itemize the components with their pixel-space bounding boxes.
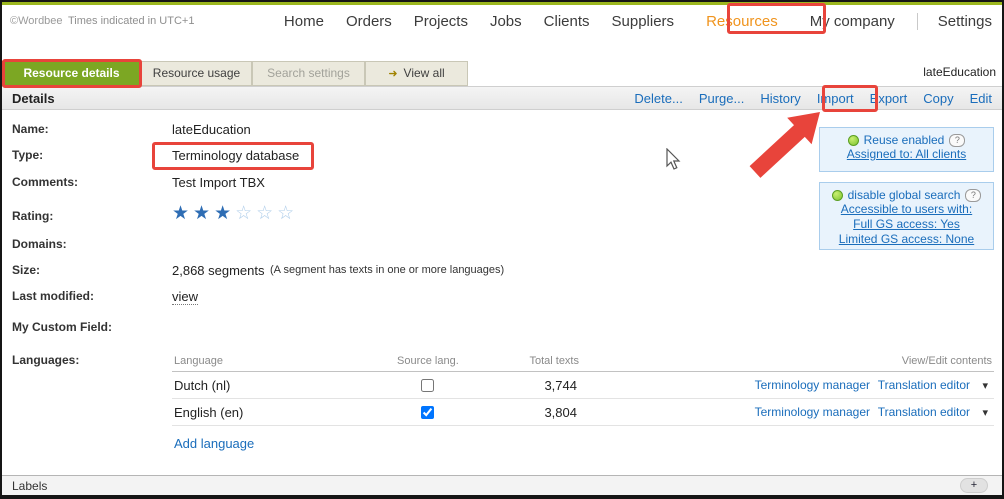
language-name: English (en): [174, 405, 243, 420]
limited-gs-access-link[interactable]: Limited GS access: None: [820, 232, 993, 247]
assigned-to-link[interactable]: Assigned to: All clients: [820, 147, 993, 162]
tab-bar: Resource details Resource usage Search s…: [2, 61, 1002, 86]
languages-table-header: Language Source lang. Total texts View/E…: [172, 351, 994, 372]
translation-editor-link-dutch[interactable]: Translation editor: [878, 378, 970, 392]
languages-table: Language Source lang. Total texts View/E…: [172, 351, 994, 426]
details-actions: Delete... Purge... History Import Export…: [634, 91, 992, 106]
reuse-panel-title: Reuse enabled: [864, 133, 945, 147]
col-header-source-lang: Source lang.: [397, 355, 459, 367]
nav-item-jobs[interactable]: Jobs: [490, 13, 522, 30]
app-window: ©Wordbee Times indicated in UTC+1 Home O…: [0, 0, 1004, 499]
field-type-value: Terminology database: [172, 148, 299, 163]
nav-item-suppliers[interactable]: Suppliers: [612, 13, 675, 30]
details-title: Details: [12, 91, 55, 106]
field-name-value: lateEducation: [172, 122, 251, 137]
tab-resource-usage[interactable]: Resource usage: [141, 61, 252, 86]
copy-link[interactable]: Copy: [923, 91, 953, 106]
col-header-total-texts: Total texts: [529, 355, 579, 367]
col-header-view-edit: View/Edit contents: [902, 355, 992, 367]
field-comments-value: Test Import TBX: [172, 175, 265, 190]
field-comments-label: Comments:: [12, 175, 78, 189]
translation-editor-dropdown-dutch[interactable]: ▾: [982, 379, 988, 392]
rating-stars-empty: ☆☆☆: [235, 203, 298, 224]
field-size-note: (A segment has texts in one or more lang…: [270, 264, 504, 276]
language-row-dutch: Dutch (nl) 3,744 Terminology manager Tra…: [172, 372, 994, 399]
total-texts-value: 3,804: [544, 405, 577, 420]
top-bar: ©Wordbee Times indicated in UTC+1 Home O…: [2, 5, 1002, 38]
global-search-panel: disable global search ? Accessible to us…: [819, 182, 994, 250]
field-type-label: Type:: [12, 148, 43, 162]
help-icon[interactable]: ?: [949, 134, 965, 147]
source-lang-checkbox-dutch[interactable]: [421, 379, 434, 392]
global-search-panel-header: disable global search ?: [820, 188, 993, 202]
terminology-manager-link-dutch[interactable]: Terminology manager: [755, 378, 870, 392]
edit-link[interactable]: Edit: [970, 91, 992, 106]
nav-item-my-company[interactable]: My company: [810, 13, 895, 30]
tab-search-settings[interactable]: Search settings: [252, 61, 365, 86]
col-header-language: Language: [174, 355, 223, 367]
field-size-label: Size:: [12, 263, 40, 277]
field-size-value: 2,868 segments: [172, 263, 265, 278]
source-lang-checkbox-english[interactable]: [421, 406, 434, 419]
field-domains-label: Domains:: [12, 237, 67, 251]
nav-item-settings[interactable]: Settings: [917, 13, 992, 30]
language-row-english: English (en) 3,804 Terminology manager T…: [172, 399, 994, 426]
add-language-link[interactable]: Add language: [174, 436, 254, 451]
tab-view-all-label: View all: [404, 66, 445, 80]
nav-item-projects[interactable]: Projects: [414, 13, 468, 30]
resource-name: lateEducation: [923, 65, 996, 79]
language-name: Dutch (nl): [174, 378, 230, 393]
reuse-panel-header: Reuse enabled ?: [820, 133, 993, 147]
reuse-panel: Reuse enabled ? Assigned to: All clients: [819, 127, 994, 172]
view-link[interactable]: view: [172, 289, 198, 305]
translation-editor-link-english[interactable]: Translation editor: [878, 405, 970, 419]
translation-editor-dropdown-english[interactable]: ▾: [982, 406, 988, 419]
labels-bar: Labels +: [2, 475, 1002, 495]
wordbee-copyright: ©Wordbee: [10, 15, 63, 27]
rating-stars-filled: ★★★: [172, 203, 235, 224]
nav-item-home[interactable]: Home: [284, 13, 324, 30]
nav-item-clients[interactable]: Clients: [544, 13, 590, 30]
tab-view-all[interactable]: ➜ View all: [365, 61, 468, 86]
help-icon[interactable]: ?: [965, 189, 981, 202]
timezone-note: Times indicated in UTC+1: [68, 15, 194, 27]
field-languages-label: Languages:: [12, 353, 79, 367]
green-status-dot-icon: [848, 135, 859, 146]
add-label-button[interactable]: +: [960, 478, 988, 493]
delete-link[interactable]: Delete...: [634, 91, 682, 106]
details-header-bar: Details Delete... Purge... History Impor…: [2, 86, 1002, 110]
main-nav: Home Orders Projects Jobs Clients Suppli…: [284, 5, 992, 38]
nav-item-orders[interactable]: Orders: [346, 13, 392, 30]
yellow-right-arrow-icon: ➜: [388, 68, 397, 80]
field-custom-label: My Custom Field:: [12, 320, 112, 334]
terminology-manager-link-english[interactable]: Terminology manager: [755, 405, 870, 419]
nav-item-resources[interactable]: Resources: [696, 13, 788, 30]
history-link[interactable]: History: [760, 91, 800, 106]
green-status-dot-icon: [832, 190, 843, 201]
full-gs-access-link[interactable]: Full GS access: Yes: [820, 217, 993, 232]
field-name-label: Name:: [12, 122, 49, 136]
field-rating-label: Rating:: [12, 209, 53, 223]
field-last-modified-label: Last modified:: [12, 289, 94, 303]
purge-link[interactable]: Purge...: [699, 91, 745, 106]
export-link[interactable]: Export: [870, 91, 908, 106]
accessible-users-link[interactable]: Accessible to users with:: [820, 202, 993, 217]
tab-resource-details[interactable]: Resource details: [2, 61, 141, 86]
global-search-panel-title: disable global search: [848, 188, 961, 202]
rating-stars[interactable]: ★★★☆☆☆: [172, 202, 298, 225]
total-texts-value: 3,744: [544, 378, 577, 393]
labels-title: Labels: [12, 479, 47, 493]
import-link[interactable]: Import: [817, 91, 854, 106]
